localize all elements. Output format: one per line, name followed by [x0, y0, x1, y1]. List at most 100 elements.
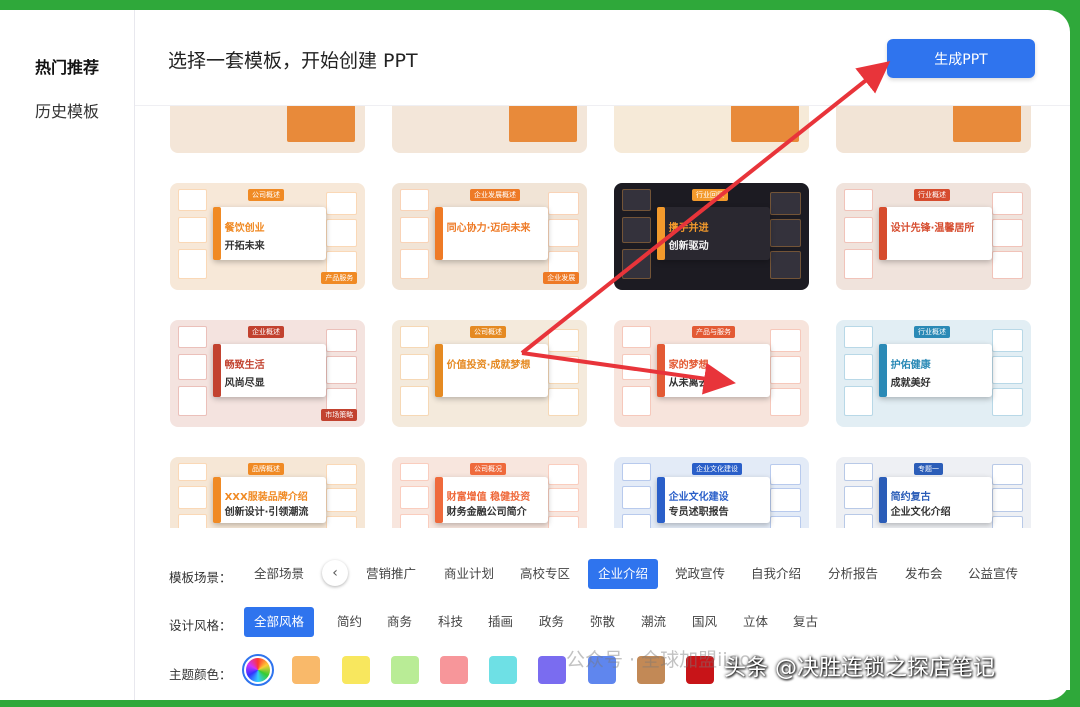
- template-subline: 专员述职报告: [668, 507, 729, 518]
- style-chip[interactable]: 商务: [377, 607, 422, 637]
- template-card[interactable]: 财富增值 稳健投资 财务金融公司简介 公司概况: [392, 457, 587, 538]
- template-badge: 产品与服务: [692, 326, 735, 339]
- template-accent-bar: [878, 343, 887, 398]
- slide-preview-tile: [621, 326, 652, 348]
- slide-preview-tile: [326, 488, 358, 513]
- template-badge: 品牌概述: [248, 462, 284, 475]
- scene-chip[interactable]: 高校专区: [510, 559, 580, 589]
- template-card[interactable]: 同心协力·迈向未来 企业发展概述 企业发展: [392, 183, 587, 290]
- style-chip[interactable]: 立体: [733, 607, 778, 637]
- slide-preview-tile: [770, 488, 802, 513]
- template-headline: 价值投资·成就梦想: [446, 360, 531, 372]
- slide-preview-tile: [992, 219, 1024, 248]
- sidebar: 热门推荐 历史模板: [0, 10, 135, 700]
- scene-chip[interactable]: 全部场景: [244, 559, 314, 589]
- slide-preview-tile: [326, 219, 358, 248]
- slide-preview-tile: [770, 191, 802, 215]
- style-chip[interactable]: 弥散: [580, 607, 625, 637]
- scene-chip[interactable]: 自我介绍: [741, 559, 811, 589]
- slide-preview-tile: [843, 326, 874, 348]
- slide-preview-tile: [548, 328, 580, 352]
- template-card-partial[interactable]: [614, 106, 809, 153]
- watermark-main: 头条 @决胜连锁之探店笔记: [724, 656, 995, 681]
- template-badge: 公司概况: [470, 462, 506, 475]
- color-swatch[interactable]: [440, 656, 468, 684]
- template-card[interactable]: 设计先锋·温馨居所 行业概述: [836, 183, 1031, 290]
- style-chip[interactable]: 潮流: [631, 607, 676, 637]
- chevron-left-icon[interactable]: ‹: [322, 560, 348, 586]
- template-card[interactable]: XXX服装品牌介绍 创新设计·引领潮流 品牌概述: [170, 457, 365, 538]
- slide-preview-tile: [953, 106, 1022, 143]
- template-badge: 企业文化建设: [692, 462, 742, 475]
- style-chip[interactable]: 复古: [783, 607, 828, 637]
- template-card[interactable]: 家的梦想 从未离去 产品与服务: [614, 320, 809, 427]
- scene-chip[interactable]: 分析报告: [818, 559, 888, 589]
- template-headline: XXX服装品牌介绍: [224, 492, 308, 504]
- slide-preview-tile: [992, 251, 1024, 280]
- scene-chip[interactable]: 营销推广: [356, 559, 426, 589]
- style-chip[interactable]: 国风: [682, 607, 727, 637]
- slide-preview-tile: [548, 356, 580, 385]
- template-card[interactable]: 畅致生活 风尚尽显 企业概述 市场策略: [170, 320, 365, 427]
- slide-preview-tile: [770, 388, 802, 417]
- template-subline: 开拓未来: [224, 240, 265, 252]
- color-swatch[interactable]: [342, 656, 370, 684]
- page-title: 选择一套模板，开始创建 PPT: [168, 50, 418, 72]
- slide-preview-tile: [548, 219, 580, 248]
- scene-chip[interactable]: 商业计划: [434, 559, 504, 589]
- template-card-partial[interactable]: [392, 106, 587, 153]
- style-chip[interactable]: 科技: [428, 607, 473, 637]
- sidebar-item-history[interactable]: 历史模板: [0, 98, 134, 122]
- slide-preview-tile: [548, 464, 580, 485]
- template-headline: 携手并进: [668, 223, 709, 235]
- slide-preview-tile: [992, 328, 1024, 352]
- template-card[interactable]: 携手并进 创新驱动 行业回顾: [614, 183, 809, 290]
- slide-preview-tile: [992, 191, 1024, 215]
- slide-preview-tile: [843, 386, 874, 417]
- template-card[interactable]: 餐饮创业 开拓未来 公司概述 产品服务: [170, 183, 365, 290]
- slide-preview-tile: [326, 328, 358, 352]
- slide-preview-tile: [621, 217, 652, 243]
- slide-preview-tile: [843, 486, 874, 509]
- template-accent-bar: [434, 206, 443, 261]
- slide-preview-tile: [177, 354, 208, 380]
- template-accent-bar: [656, 206, 665, 261]
- template-card[interactable]: 价值投资·成就梦想 公司概述: [392, 320, 587, 427]
- slide-preview-tile: [177, 217, 208, 243]
- slide-preview-tile: [843, 462, 874, 482]
- color-swatch[interactable]: [292, 656, 320, 684]
- template-badge: 公司概述: [470, 326, 506, 339]
- template-card[interactable]: 护佑健康 成就美好 行业概述: [836, 320, 1031, 427]
- scene-chip[interactable]: 党政宣传: [665, 559, 735, 589]
- scene-chip[interactable]: 公益宣传: [958, 559, 1028, 589]
- template-card-partial[interactable]: [836, 106, 1031, 153]
- slide-preview-tile: [287, 106, 356, 143]
- template-accent-bar: [656, 477, 665, 524]
- slide-preview-tile: [992, 388, 1024, 417]
- color-swatch[interactable]: [489, 656, 517, 684]
- slide-preview-tile: [177, 249, 208, 280]
- style-chip[interactable]: 政务: [529, 607, 574, 637]
- sidebar-item-hot[interactable]: 热门推荐: [0, 54, 134, 78]
- template-badge: 企业概述: [248, 326, 284, 339]
- scene-chip[interactable]: 发布会: [895, 559, 953, 589]
- slide-preview-tile: [177, 189, 208, 211]
- style-chip[interactable]: 简约: [327, 607, 372, 637]
- color-swatch[interactable]: [391, 656, 419, 684]
- template-card[interactable]: 简约复古 企业文化介绍 专题一: [836, 457, 1031, 538]
- template-badge: 专题一: [914, 462, 943, 475]
- generate-ppt-button[interactable]: 生成PPT: [887, 39, 1035, 78]
- style-chip[interactable]: 插画: [478, 607, 523, 637]
- template-grid[interactable]: 餐饮创业 开拓未来 公司概述 产品服务 同心协力·迈向未来 企业发展概述 企业发展 携手并进创…: [135, 106, 1070, 538]
- template-card[interactable]: 企业文化建设 专员述职报告 企业文化建设: [614, 457, 809, 538]
- slide-preview-tile: [770, 219, 802, 248]
- template-headline: 家的梦想: [668, 360, 709, 372]
- template-subline: 企业文化介绍: [890, 507, 951, 518]
- slide-preview-tile: [399, 386, 430, 417]
- color-swatch[interactable]: [538, 656, 566, 684]
- style-chip[interactable]: 全部风格: [244, 607, 315, 637]
- color-wheel-icon[interactable]: [242, 654, 274, 686]
- template-card-partial[interactable]: [170, 106, 365, 153]
- slide-preview-tile: [621, 189, 652, 211]
- scene-chip[interactable]: 企业介绍: [588, 559, 659, 589]
